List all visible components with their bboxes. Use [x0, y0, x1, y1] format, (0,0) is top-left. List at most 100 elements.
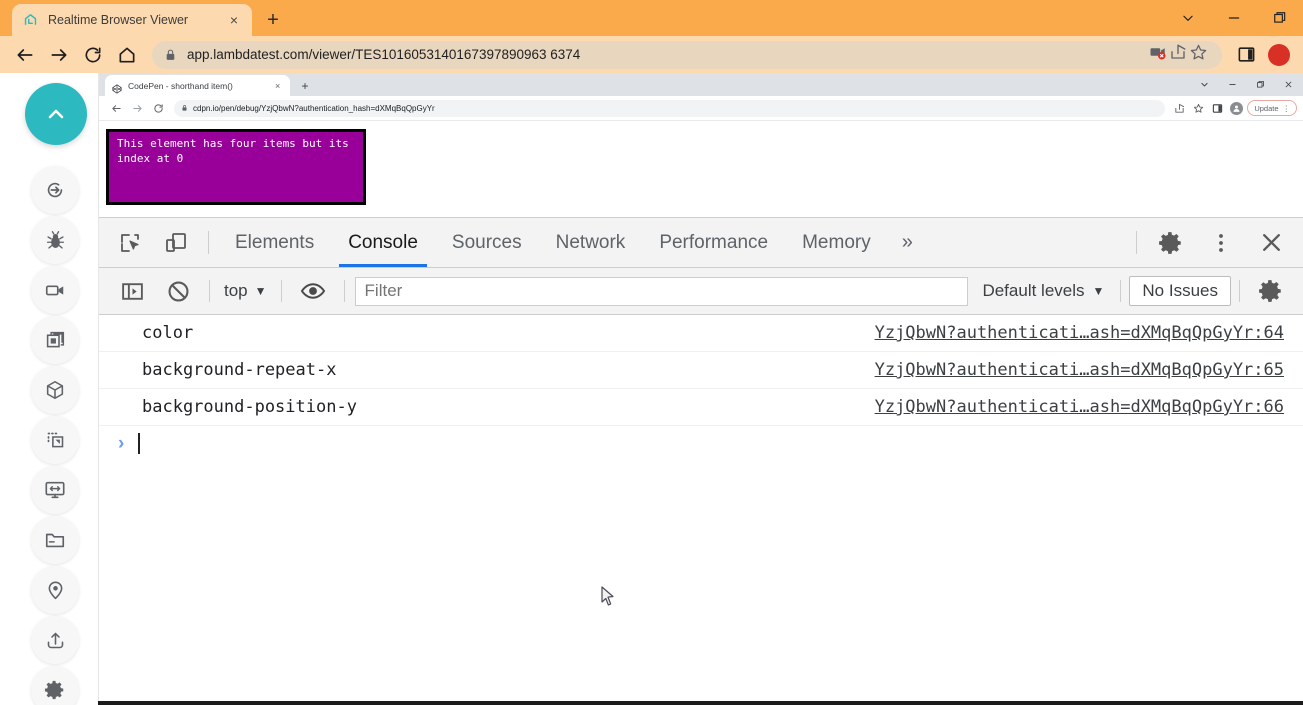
url-text: app.lambdatest.com/viewer/TES10160531401… — [187, 47, 581, 62]
lambdatest-left-rail — [0, 73, 98, 705]
outer-omnibox[interactable]: app.lambdatest.com/viewer/TES10160531401… — [152, 40, 1222, 69]
console-message-source-link[interactable]: YzjQbwN?authenticati…ash=dXMqBqQpGyYr:64 — [875, 323, 1284, 343]
screen: Realtime Browser Viewer × + app.lambdate… — [0, 0, 1303, 705]
text-cursor — [138, 432, 141, 454]
inner-window-close-icon[interactable] — [1274, 73, 1302, 96]
dev-tools-button[interactable] — [31, 366, 79, 414]
remote-page-content: This element has four items but its inde… — [99, 121, 1303, 217]
inspect-element-icon[interactable] — [107, 218, 153, 267]
console-settings-gear-icon[interactable] — [1248, 268, 1294, 315]
issues-button[interactable]: No Issues — [1129, 276, 1231, 306]
inner-url-text: cdpn.io/pen/debug/YzjQbwN?authentication… — [193, 103, 435, 113]
console-levels-selector[interactable]: Default levels ▼ — [974, 281, 1112, 301]
omnibox-actions — [1149, 43, 1210, 67]
collapse-rail-button[interactable] — [25, 83, 87, 145]
console-prompt[interactable]: › — [99, 426, 1303, 460]
tab-elements[interactable]: Elements — [218, 218, 331, 267]
profile-avatar[interactable] — [1264, 40, 1294, 70]
inner-browser-tabstrip: CodePen - shorthand item() × + — [99, 73, 1303, 96]
inner-share-icon[interactable] — [1171, 100, 1187, 116]
eye-icon[interactable] — [290, 268, 336, 315]
inner-browser-tab[interactable]: CodePen - shorthand item() × — [105, 75, 290, 96]
clear-console-icon[interactable] — [155, 268, 201, 315]
report-bug-button[interactable] — [31, 216, 79, 264]
chrome-menu-chevron-icon[interactable] — [1165, 0, 1211, 36]
inner-forward-arrow-icon[interactable] — [127, 98, 147, 118]
console-sidebar-icon[interactable] — [109, 268, 155, 315]
inner-maximize-icon[interactable] — [1246, 73, 1274, 96]
prompt-chevron-icon: › — [118, 432, 125, 454]
divider — [1239, 280, 1240, 302]
inner-omnibox[interactable]: cdpn.io/pen/debug/YzjQbwN?authentication… — [174, 99, 1166, 117]
forward-arrow-icon[interactable] — [43, 39, 75, 71]
reload-icon[interactable] — [77, 39, 109, 71]
more-tabs-icon[interactable]: » — [888, 218, 927, 267]
inner-navbar-tail: Update ⋮ — [1171, 100, 1297, 116]
tab-sources[interactable]: Sources — [435, 218, 539, 267]
console-message-text: background-repeat-x — [142, 360, 337, 380]
outer-browser-navbar: app.lambdatest.com/viewer/TES10160531401… — [0, 36, 1303, 73]
media-blocked-icon[interactable] — [1149, 43, 1167, 66]
devtools-kebab-menu-icon[interactable] — [1196, 218, 1246, 267]
side-panel-icon[interactable] — [1231, 40, 1261, 70]
devtools-settings-gear-icon[interactable] — [1146, 218, 1196, 267]
rotate-device-button[interactable] — [31, 166, 79, 214]
upload-button[interactable] — [31, 616, 79, 664]
new-tab-button[interactable]: + — [260, 7, 286, 33]
console-message-row[interactable]: background-position-y YzjQbwN?authentica… — [99, 389, 1303, 426]
console-message-source-link[interactable]: YzjQbwN?authenticati…ash=dXMqBqQpGyYr:66 — [875, 397, 1284, 417]
inner-chevron-icon[interactable] — [1190, 73, 1218, 96]
devtools-panel: Elements Console Sources Network Perform… — [99, 217, 1303, 701]
divider — [1120, 280, 1122, 302]
home-icon[interactable] — [111, 39, 143, 71]
update-label: Update — [1254, 103, 1279, 113]
console-message-row[interactable]: color YzjQbwN?authenticati…ash=dXMqBqQpG… — [99, 315, 1303, 352]
bookmark-star-icon[interactable] — [1189, 43, 1208, 67]
console-context-selector[interactable]: top ▼ — [218, 281, 273, 301]
geolocation-button[interactable] — [31, 566, 79, 614]
minimize-icon[interactable] — [1211, 0, 1257, 36]
inner-kebab-menu-icon[interactable]: ⋮ — [1283, 104, 1291, 113]
inner-minimize-icon[interactable] — [1218, 73, 1246, 96]
outer-tab-title: Realtime Browser Viewer — [48, 13, 189, 27]
files-button[interactable] — [31, 516, 79, 564]
inner-bookmark-star-icon[interactable] — [1190, 100, 1206, 116]
console-filter-input[interactable]: Filter — [354, 276, 969, 306]
devtools-tabbar-tail — [1127, 218, 1296, 267]
inner-side-panel-icon[interactable] — [1209, 100, 1225, 116]
switch-session-button[interactable] — [31, 316, 79, 364]
record-video-button[interactable] — [31, 266, 79, 314]
inner-new-tab-button[interactable]: + — [297, 78, 313, 94]
chevron-down-icon: ▼ — [1092, 284, 1105, 298]
console-levels-value: Default levels — [982, 281, 1085, 300]
inner-back-arrow-icon[interactable] — [106, 98, 126, 118]
screenshot-button[interactable] — [31, 416, 79, 464]
inner-profile-avatar[interactable] — [1228, 100, 1244, 116]
element-text: This element has four items but its inde… — [117, 137, 356, 165]
update-button[interactable]: Update ⋮ — [1247, 100, 1297, 116]
tab-network[interactable]: Network — [539, 218, 643, 267]
console-message-row[interactable]: background-repeat-x YzjQbwN?authenticati… — [99, 352, 1303, 389]
console-message-source-link[interactable]: YzjQbwN?authenticati…ash=dXMqBqQpGyYr:65 — [875, 360, 1284, 380]
tab-performance[interactable]: Performance — [642, 218, 785, 267]
maximize-icon[interactable] — [1257, 0, 1303, 36]
console-context-value: top — [224, 281, 248, 300]
tab-memory[interactable]: Memory — [785, 218, 888, 267]
close-icon[interactable]: × — [226, 12, 242, 28]
responsive-view-button[interactable] — [31, 466, 79, 514]
inner-close-icon[interactable]: × — [275, 81, 283, 91]
share-icon[interactable] — [1169, 43, 1187, 66]
console-message-text: background-position-y — [142, 397, 357, 417]
back-arrow-icon[interactable] — [9, 39, 41, 71]
tab-console[interactable]: Console — [331, 218, 435, 267]
inner-reload-icon[interactable] — [148, 98, 168, 118]
console-messages: color YzjQbwN?authenticati…ash=dXMqBqQpG… — [99, 315, 1303, 701]
outer-browser-tabstrip: Realtime Browser Viewer × + — [0, 0, 1303, 36]
inner-browser-navbar: cdpn.io/pen/debug/YzjQbwN?authentication… — [99, 96, 1303, 121]
divider — [208, 231, 209, 254]
outer-browser-tab[interactable]: Realtime Browser Viewer × — [12, 4, 252, 36]
settings-button[interactable] — [31, 666, 79, 705]
device-toolbar-icon[interactable] — [153, 218, 199, 267]
devtools-close-icon[interactable] — [1246, 218, 1296, 267]
outer-window-controls — [1165, 0, 1303, 36]
